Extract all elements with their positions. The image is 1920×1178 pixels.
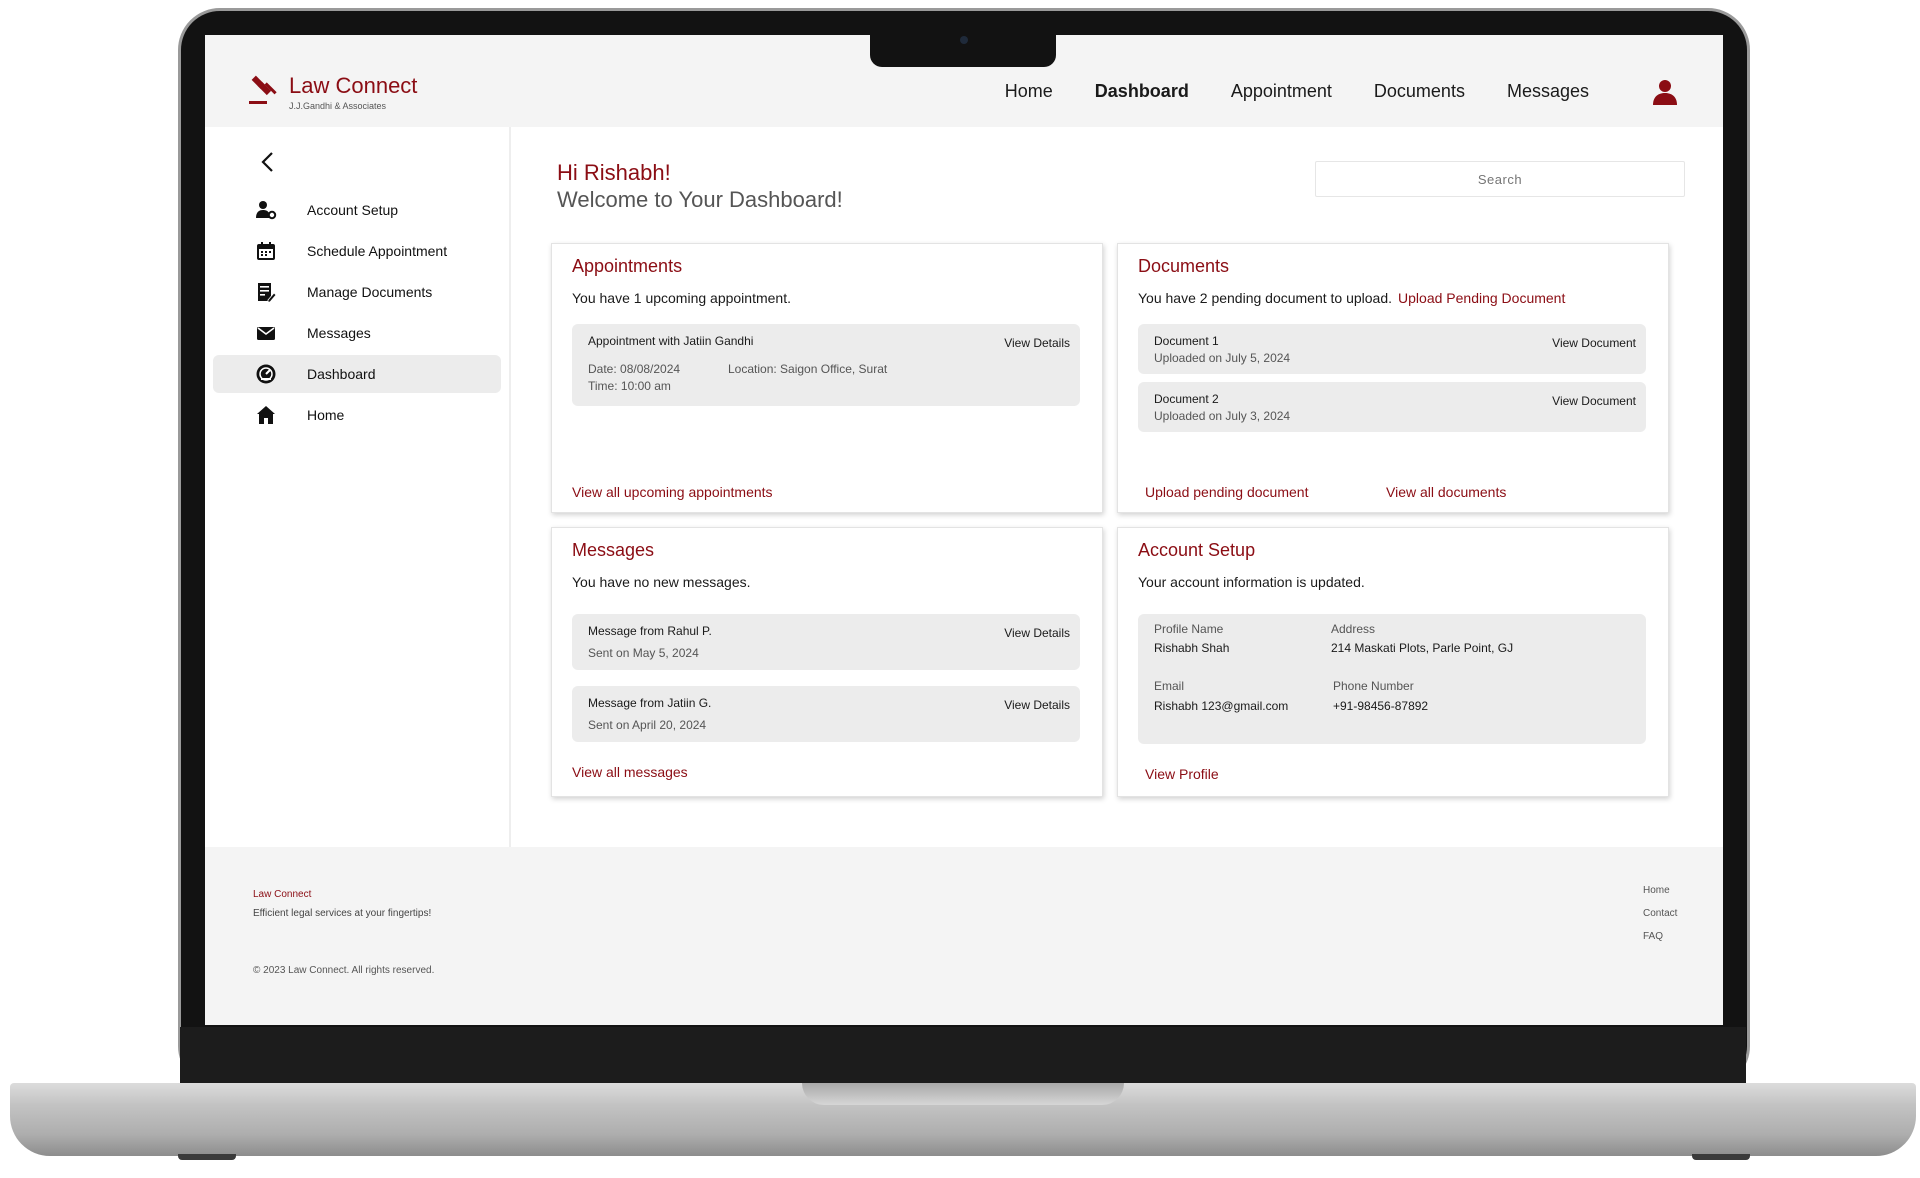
list-item: Document 1 View Document Uploaded on Jul… bbox=[1138, 324, 1646, 374]
upload-pending-document-button[interactable]: Upload pending document bbox=[1145, 484, 1308, 500]
address-label: Address bbox=[1331, 622, 1376, 636]
view-details-button[interactable]: View Details bbox=[1004, 336, 1070, 350]
profile-name-value: Rishabh Shah bbox=[1154, 641, 1230, 655]
document-edit-icon bbox=[255, 281, 277, 303]
nav-dashboard[interactable]: Dashboard bbox=[1095, 81, 1189, 102]
footer-link-contact[interactable]: Contact bbox=[1643, 908, 1679, 919]
view-details-button[interactable]: View Details bbox=[1004, 698, 1070, 712]
brand-subtitle: J.J.Gandhi & Associates bbox=[289, 101, 387, 111]
view-all-messages-link[interactable]: View all messages bbox=[572, 764, 688, 780]
card-summary: You have no new messages. bbox=[572, 574, 751, 590]
sidebar-item-schedule-appointment[interactable]: Schedule Appointment bbox=[213, 232, 501, 270]
nav-appointment[interactable]: Appointment bbox=[1231, 81, 1332, 102]
view-all-appointments-link[interactable]: View all upcoming appointments bbox=[572, 484, 773, 500]
sidebar-item-home[interactable]: Home bbox=[213, 396, 501, 434]
card-summary: You have 2 pending document to upload. Up… bbox=[1138, 290, 1565, 306]
documents-card: Documents You have 2 pending document to… bbox=[1117, 243, 1669, 513]
sidebar-item-manage-documents[interactable]: Manage Documents bbox=[213, 273, 501, 311]
phone-label: Phone Number bbox=[1333, 679, 1414, 693]
address-value: 214 Maskati Plots, Parle Point, GJ bbox=[1331, 641, 1514, 655]
list-item: Message from Jatiin G. View Details Sent… bbox=[572, 686, 1080, 742]
sidebar-item-label: Home bbox=[307, 407, 345, 423]
laptop-foot-left bbox=[178, 1154, 236, 1160]
footer-link-home[interactable]: Home bbox=[1643, 885, 1679, 896]
sidebar-item-account-setup[interactable]: Account Setup bbox=[213, 191, 501, 229]
view-profile-link[interactable]: View Profile bbox=[1145, 766, 1219, 782]
footer-link-faq[interactable]: FAQ bbox=[1643, 931, 1679, 942]
card-summary: You have 1 upcoming appointment. bbox=[572, 290, 791, 306]
user-profile-icon[interactable] bbox=[1651, 78, 1679, 106]
profile-name-label: Profile Name bbox=[1154, 622, 1224, 636]
card-title: Messages bbox=[572, 540, 655, 560]
view-document-button[interactable]: View Document bbox=[1552, 336, 1636, 350]
gavel-icon bbox=[249, 75, 277, 104]
home-icon bbox=[255, 404, 277, 426]
message-title: Message from Jatiin G. bbox=[588, 696, 712, 710]
document-title: Document 2 bbox=[1154, 392, 1219, 406]
list-item: Appointment with Jatiin Gandhi View Deta… bbox=[572, 324, 1080, 406]
sidebar-item-label: Dashboard bbox=[307, 366, 376, 382]
appointment-time: Time: 10:00 am bbox=[588, 379, 671, 393]
appointments-card: Appointments You have 1 upcoming appoint… bbox=[551, 243, 1103, 513]
sidebar-item-label: Account Setup bbox=[307, 202, 399, 218]
greeting-welcome: Welcome to Your Dashboard! bbox=[557, 187, 843, 212]
footer-copyright: © 2023 Law Connect. All rights reserved. bbox=[253, 965, 435, 976]
documents-summary-text: You have 2 pending document to upload. bbox=[1138, 290, 1393, 306]
sidebar-item-label: Schedule Appointment bbox=[307, 243, 448, 259]
sidebar-item-label: Messages bbox=[307, 325, 371, 341]
footer-brand: Law Connect bbox=[253, 889, 312, 900]
view-details-button[interactable]: View Details bbox=[1004, 626, 1070, 640]
page-footer: Law Connect Efficient legal services at … bbox=[205, 847, 1723, 1025]
email-value: Rishabh 123@gmail.com bbox=[1154, 699, 1289, 713]
sidebar-item-label: Manage Documents bbox=[307, 284, 433, 300]
card-title: Appointments bbox=[572, 256, 683, 276]
sidebar: Account Setup Schedule Appointment Manag… bbox=[205, 127, 511, 847]
greeting-name: Hi Rishabh! bbox=[557, 160, 671, 185]
message-sent-date: Sent on April 20, 2024 bbox=[588, 718, 707, 732]
brand-logo[interactable]: Law Connect J.J.Gandhi & Associates bbox=[247, 73, 417, 111]
envelope-icon bbox=[255, 322, 277, 344]
view-document-button[interactable]: View Document bbox=[1552, 394, 1636, 408]
view-all-documents-link[interactable]: View all documents bbox=[1386, 484, 1506, 500]
nav-documents[interactable]: Documents bbox=[1374, 81, 1465, 102]
sidebar-item-messages[interactable]: Messages bbox=[213, 314, 501, 352]
screen: Law Connect J.J.Gandhi & Associates Home… bbox=[205, 35, 1723, 1025]
nav-home[interactable]: Home bbox=[1005, 81, 1053, 102]
document-title: Document 1 bbox=[1154, 334, 1219, 348]
message-title: Message from Rahul P. bbox=[588, 624, 712, 638]
top-nav: Home Dashboard Appointment Documents Mes… bbox=[1005, 81, 1589, 102]
account-setup-card: Account Setup Your account information i… bbox=[1117, 527, 1669, 797]
document-uploaded-date: Uploaded on July 3, 2024 bbox=[1154, 409, 1291, 423]
laptop-foot-right bbox=[1692, 1154, 1750, 1160]
phone-value: +91-98456-87892 bbox=[1333, 699, 1429, 713]
messages-card: Messages You have no new messages. Messa… bbox=[551, 527, 1103, 797]
back-chevron-icon[interactable] bbox=[257, 149, 279, 175]
email-label: Email bbox=[1154, 679, 1185, 693]
list-item: Document 2 View Document Uploaded on Jul… bbox=[1138, 382, 1646, 432]
card-title: Account Setup bbox=[1138, 540, 1256, 560]
list-item: Message from Rahul P. View Details Sent … bbox=[572, 614, 1080, 670]
appointment-title: Appointment with Jatiin Gandhi bbox=[588, 334, 754, 348]
appointment-location: Location: Saigon Office, Surat bbox=[728, 362, 888, 376]
appointment-date: Date: 08/08/2024 bbox=[588, 362, 681, 376]
calendar-icon bbox=[255, 240, 277, 262]
account-details-panel: Profile Name Rishabh Shah Address 214 Ma… bbox=[1138, 614, 1646, 744]
search-input[interactable] bbox=[1315, 161, 1685, 197]
sidebar-item-dashboard[interactable]: Dashboard bbox=[213, 355, 501, 393]
card-title: Documents bbox=[1138, 256, 1230, 276]
footer-tagline: Efficient legal services at your fingert… bbox=[253, 908, 432, 919]
upload-pending-document-link[interactable]: Upload Pending Document bbox=[1398, 290, 1565, 306]
document-uploaded-date: Uploaded on July 5, 2024 bbox=[1154, 351, 1291, 365]
laptop-base-notch bbox=[802, 1083, 1124, 1105]
brand-name: Law Connect bbox=[289, 73, 418, 98]
laptop-chin bbox=[180, 1027, 1746, 1085]
card-summary: Your account information is updated. bbox=[1138, 574, 1365, 590]
nav-messages[interactable]: Messages bbox=[1507, 81, 1589, 102]
user-gear-icon bbox=[255, 199, 277, 221]
dashboard-gauge-icon bbox=[255, 363, 277, 385]
camera-icon bbox=[960, 36, 968, 44]
message-sent-date: Sent on May 5, 2024 bbox=[588, 646, 699, 660]
